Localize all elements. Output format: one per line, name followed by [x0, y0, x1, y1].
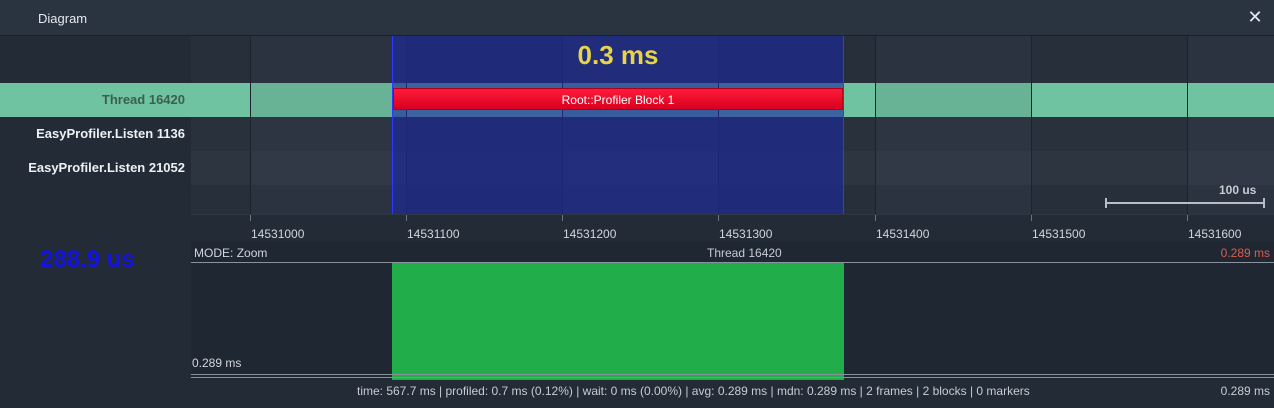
grid-line: [1187, 36, 1188, 214]
ruler-tick-label: 14531300: [719, 227, 773, 241]
selected-duration: 288.9 us: [40, 246, 135, 273]
scale-label: 100 us: [1219, 183, 1257, 197]
selection-duration: 0.3 ms: [577, 40, 659, 70]
histogram-baseline: [191, 374, 1274, 375]
thread-row-segment: [875, 83, 1031, 117]
ruler-tick: [718, 215, 719, 221]
status-footer: time: 567.7 ms | profiled: 0.7 ms (0.12%…: [191, 380, 1274, 402]
mode-value: Zoom: [236, 246, 268, 260]
ruler-tick: [562, 215, 563, 221]
histogram-view[interactable]: MODE: Zoom Thread 16420 0.289 ms 0.289 m…: [191, 242, 1274, 380]
histogram-baseline: [191, 377, 1274, 378]
ruler-tick: [875, 215, 876, 221]
scale-bar: [1105, 198, 1265, 208]
grid-line: [1031, 36, 1032, 214]
close-icon[interactable]: ✕: [1246, 8, 1264, 26]
stats-text: time: 567.7 ms | profiled: 0.7 ms (0.12%…: [357, 384, 1030, 398]
footer-duration: 0.289 ms: [1220, 384, 1270, 398]
histogram-min-label: 0.289 ms: [192, 356, 242, 370]
ruler-tick: [250, 215, 251, 221]
thread-label-listen-1136[interactable]: EasyProfiler.Listen 1136: [0, 117, 191, 151]
grid-line: [250, 36, 251, 214]
thread-label-16420[interactable]: Thread 16420: [0, 83, 191, 117]
grid-line: [875, 36, 876, 214]
ruler-tick-label: 14531400: [876, 227, 930, 241]
ruler-tick-label: 14531000: [251, 227, 305, 241]
ruler-tick: [406, 215, 407, 221]
window-title: Diagram: [38, 11, 88, 26]
ruler-tick-label: 14531600: [1188, 227, 1242, 241]
thread-label-listen-21052[interactable]: EasyProfiler.Listen 21052: [0, 151, 191, 185]
histogram-bar[interactable]: [392, 263, 844, 380]
thread-row-segment: [251, 83, 407, 117]
ruler-tick-label: 14531100: [407, 227, 460, 241]
ruler-tick: [1031, 215, 1032, 221]
mode-key: MODE:: [194, 246, 234, 260]
thread-list: Thread 16420 EasyProfiler.Listen 1136 Ea…: [0, 36, 191, 408]
time-ruler: 14531000 14531100 14531200 14531300 1453…: [191, 214, 1274, 242]
ruler-tick-label: 14531200: [563, 227, 617, 241]
timeline-view[interactable]: 0.3 ms Root::Profiler Block 1 100 us: [191, 36, 1274, 214]
ruler-tick-label: 14531500: [1032, 227, 1086, 241]
histogram-mode[interactable]: MODE: Zoom: [194, 246, 267, 260]
profiler-block[interactable]: Root::Profiler Block 1: [393, 88, 843, 110]
title-bar: Diagram ✕: [0, 0, 1274, 36]
diagram-window: Diagram ✕ Thread 16420 EasyProfiler.List…: [0, 0, 1274, 408]
histogram-thread: Thread 16420: [707, 246, 782, 260]
histogram-max-label: 0.289 ms: [1220, 246, 1270, 260]
ruler-tick: [1187, 215, 1188, 221]
